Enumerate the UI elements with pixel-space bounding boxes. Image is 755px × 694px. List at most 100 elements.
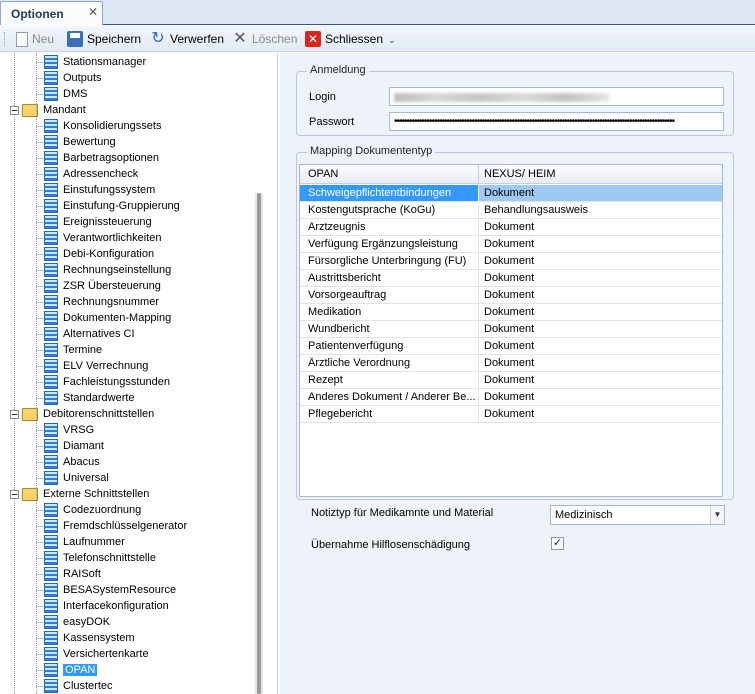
close-icon[interactable]: ✕	[87, 5, 99, 19]
cell-opan[interactable]: Patientenverfügung	[308, 340, 476, 352]
hilflosen-checkbox[interactable]: ✓	[551, 537, 564, 550]
tree-folder[interactable]: Mandant	[10, 102, 86, 118]
cell-nexus[interactable]: Dokument	[484, 323, 534, 335]
cell-opan[interactable]: Verfügung Ergänzungsleistung	[308, 238, 476, 250]
table-row[interactable]: Austrittsbericht Dokument	[300, 270, 722, 287]
password-field[interactable]: ••••••••••••••••••••••••••••••••••••••••…	[389, 112, 724, 131]
tree-item[interactable]: Fremdschlüsselgenerator	[44, 518, 187, 534]
tree-item[interactable]: Stationsmanager	[44, 54, 146, 70]
new-button[interactable]: Neu	[16, 29, 54, 49]
chevron-down-icon[interactable]: ⌄	[388, 35, 396, 46]
tree-item[interactable]: Termine	[44, 342, 102, 358]
tree-item[interactable]: Einstufungssystem	[44, 182, 155, 198]
column-header-opan[interactable]: OPAN	[308, 168, 338, 180]
table-row[interactable]: Rezept Dokument	[300, 372, 722, 389]
cell-nexus[interactable]: Dokument	[484, 272, 534, 284]
tree-item[interactable]: Barbetragsoptionen	[44, 150, 159, 166]
tree-item[interactable]: Rechnungseinstellung	[44, 262, 171, 278]
tree-item[interactable]: Diamant	[44, 438, 104, 454]
tree-item[interactable]: Adressencheck	[44, 166, 138, 182]
tree-item[interactable]: VRSG	[44, 422, 94, 438]
cell-opan[interactable]: Medikation	[308, 306, 476, 318]
tree-item[interactable]: easyDOK	[44, 614, 110, 630]
table-row[interactable]: Kostengutsprache (KoGu) Behandlungsauswei…	[300, 202, 722, 219]
cell-nexus[interactable]: Behandlungsausweis	[484, 204, 588, 216]
cell-opan[interactable]: Ärztliche Verordnung	[308, 357, 476, 369]
tree-item[interactable]: OPAN	[44, 662, 98, 678]
toolbar-grip[interactable]	[4, 32, 7, 46]
cell-nexus[interactable]: Dokument	[484, 374, 534, 386]
table-row[interactable]: Wundbericht Dokument	[300, 321, 722, 338]
save-button[interactable]: Speichern	[67, 29, 141, 49]
tab-optionen[interactable]: Optionen ✕	[0, 1, 103, 25]
notiztyp-select[interactable]: Medizinisch ▼	[550, 505, 725, 525]
collapse-icon[interactable]	[10, 409, 19, 419]
tree-item[interactable]: Outputs	[44, 70, 102, 86]
cell-nexus[interactable]: Dokument	[484, 306, 534, 318]
table-row[interactable]: Anderes Dokument / Anderer Be... Dokument	[300, 389, 722, 406]
tree-item[interactable]: Einstufung-Gruppierung	[44, 198, 180, 214]
tree-scrollbar[interactable]	[255, 193, 263, 694]
tree-item[interactable]: Debi-Konfiguration	[44, 246, 154, 262]
cell-opan[interactable]: Schweigepflichtentbindungen	[308, 187, 476, 199]
column-header-nexus[interactable]: NEXUS/ HEIM	[484, 168, 556, 180]
cell-opan[interactable]: Kostengutsprache (KoGu)	[308, 204, 476, 216]
cell-opan[interactable]: Anderes Dokument / Anderer Be...	[308, 391, 476, 403]
collapse-icon[interactable]	[10, 105, 19, 115]
tree-item[interactable]: Fachleistungsstunden	[44, 374, 170, 390]
login-field[interactable]	[389, 87, 724, 106]
tree-folder[interactable]: Externe Schnittstellen	[10, 486, 149, 502]
delete-button[interactable]: ✕ Löschen	[232, 29, 297, 49]
tree-item[interactable]: Versichertenkarte	[44, 646, 149, 662]
tree-item[interactable]: Abacus	[44, 454, 100, 470]
tree-item[interactable]: ZSR Übersteuerung	[44, 278, 161, 294]
table-row[interactable]: Pflegebericht Dokument	[300, 406, 722, 423]
tree-item[interactable]: Telefonschnittstelle	[44, 550, 156, 566]
cell-opan[interactable]: Vorsorgeauftrag	[308, 289, 476, 301]
tree-item[interactable]: Alternatives CI	[44, 326, 135, 342]
cell-opan[interactable]: Fürsorgliche Unterbringung (FU)	[308, 255, 476, 267]
tree-item[interactable]: Bewertung	[44, 134, 116, 150]
tree-item[interactable]: Kassensystem	[44, 630, 135, 646]
cell-nexus[interactable]: Dokument	[484, 391, 534, 403]
tree-item[interactable]: DMS	[44, 86, 87, 102]
tree-item[interactable]: Clustertec	[44, 678, 113, 694]
cell-nexus[interactable]: Dokument	[484, 255, 534, 267]
discard-button[interactable]: ↻ Verwerfen	[150, 29, 224, 49]
tree-item[interactable]: Codezuordnung	[44, 502, 141, 518]
table-row[interactable]: Verfügung Ergänzungsleistung Dokument	[300, 236, 722, 253]
cell-opan[interactable]: Pflegebericht	[308, 408, 476, 420]
tree-item[interactable]: Rechnungsnummer	[44, 294, 159, 310]
table-row[interactable]: Arztzeugnis Dokument	[300, 219, 722, 236]
column-divider[interactable]	[478, 165, 479, 184]
cell-nexus[interactable]: Dokument	[484, 238, 534, 250]
table-row[interactable]: Schweigepflichtentbindungen Dokument	[300, 185, 722, 202]
cell-nexus[interactable]: Dokument	[484, 289, 534, 301]
table-row[interactable]: Fürsorgliche Unterbringung (FU) Dokument	[300, 253, 722, 270]
cell-nexus[interactable]: Dokument	[484, 340, 534, 352]
tree-item[interactable]: Standardwerte	[44, 390, 135, 406]
tree-item[interactable]: Konsolidierungssets	[44, 118, 161, 134]
tree-item[interactable]: Interfacekonfiguration	[44, 598, 169, 614]
collapse-icon[interactable]	[10, 489, 19, 499]
tree-item[interactable]: RAISoft	[44, 566, 101, 582]
table-row[interactable]: Patientenverfügung Dokument	[300, 338, 722, 355]
tree-item[interactable]: Universal	[44, 470, 109, 486]
tree-item[interactable]: Verantwortlichkeiten	[44, 230, 161, 246]
cell-opan[interactable]: Arztzeugnis	[308, 221, 476, 233]
tree-item[interactable]: ELV Verrechnung	[44, 358, 148, 374]
cell-nexus[interactable]: Dokument	[484, 408, 534, 420]
cell-opan[interactable]: Austrittsbericht	[308, 272, 476, 284]
close-button[interactable]: ✕ Schliessen	[305, 29, 383, 49]
tree-item[interactable]: BESASystemResource	[44, 582, 176, 598]
table-row[interactable]: Vorsorgeauftrag Dokument	[300, 287, 722, 304]
cell-nexus[interactable]: Dokument	[484, 221, 534, 233]
cell-nexus[interactable]: Dokument	[484, 187, 534, 199]
tree-item[interactable]: Ereignissteuerung	[44, 214, 152, 230]
tree-folder[interactable]: Debitorenschnittstellen	[10, 406, 154, 422]
cell-nexus[interactable]: Dokument	[484, 357, 534, 369]
table-row[interactable]: Ärztliche Verordnung Dokument	[300, 355, 722, 372]
tree-item[interactable]: Dokumenten-Mapping	[44, 310, 171, 326]
cell-opan[interactable]: Wundbericht	[308, 323, 476, 335]
table-row[interactable]: Medikation Dokument	[300, 304, 722, 321]
